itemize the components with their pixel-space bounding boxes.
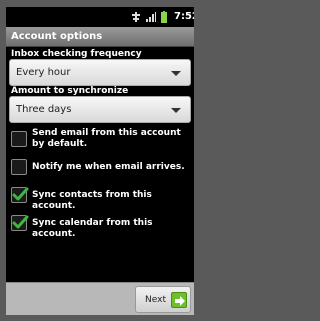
page-title: Account options xyxy=(11,31,103,42)
checkbox-sync-contacts[interactable] xyxy=(11,187,29,203)
chevron-down-icon xyxy=(171,108,181,113)
footer-bar: Next xyxy=(6,282,194,315)
option-sync-calendar[interactable]: Sync calendar from this account. xyxy=(6,211,194,239)
option-label: Sync contacts from this account. xyxy=(32,190,152,211)
option-label: Sync calendar from this account. xyxy=(32,218,153,239)
usb-icon xyxy=(132,12,140,22)
clock: 7:52 xyxy=(174,11,194,22)
checkbox-notify[interactable] xyxy=(11,159,27,175)
option-label: Send email from this account by default. xyxy=(32,128,181,149)
checkmark-icon xyxy=(12,215,29,229)
option-sync-contacts[interactable]: Sync contacts from this account. xyxy=(6,183,194,211)
sync-amount-spinner[interactable]: Three days xyxy=(9,96,191,123)
sync-amount-value: Three days xyxy=(16,104,72,115)
inbox-frequency-spinner[interactable]: Every hour xyxy=(9,59,191,86)
battery-icon xyxy=(161,11,167,23)
device-frame: 7:52 Account options Inbox checking freq… xyxy=(0,0,200,321)
option-notify[interactable]: Notify me when email arrives. xyxy=(6,155,194,183)
screen: 7:52 Account options Inbox checking freq… xyxy=(6,7,194,315)
checkmark-icon xyxy=(12,187,29,201)
signal-icon xyxy=(146,12,156,22)
option-default-account[interactable]: Send email from this account by default. xyxy=(6,126,194,156)
checkbox-sync-calendar[interactable] xyxy=(11,215,29,231)
next-button[interactable]: Next xyxy=(135,286,191,313)
arrow-right-icon xyxy=(171,292,187,308)
status-bar: 7:52 xyxy=(6,7,194,27)
next-button-label: Next xyxy=(145,295,166,305)
title-bar: Account options xyxy=(6,27,194,47)
inbox-frequency-value: Every hour xyxy=(16,67,71,78)
option-label: Notify me when email arrives. xyxy=(32,162,185,172)
chevron-down-icon xyxy=(171,71,181,76)
checkbox-default-account[interactable] xyxy=(11,131,27,147)
